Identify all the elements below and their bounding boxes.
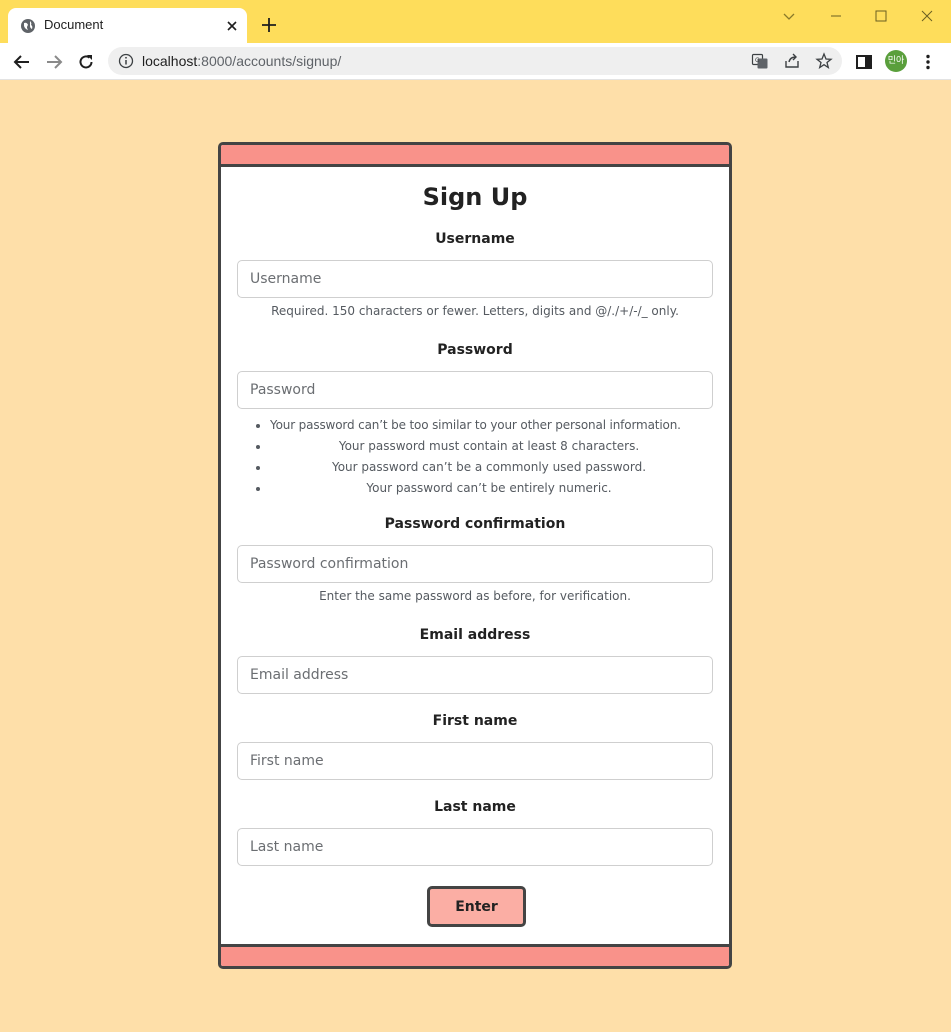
password-input[interactable]	[237, 371, 713, 409]
password-rule: Your password must contain at least 8 ch…	[255, 438, 723, 459]
new-tab-icon[interactable]	[260, 16, 278, 34]
back-arrow-icon[interactable]	[12, 52, 32, 72]
tab-title: Document	[44, 17, 104, 32]
password-label: Password	[437, 342, 513, 358]
email-label: Email address	[419, 627, 531, 643]
url-text: localhost:8000/accounts/signup/	[142, 53, 342, 69]
kebab-menu-icon[interactable]	[918, 52, 938, 72]
password-rule: Your password can’t be entirely numeric.	[255, 480, 723, 501]
enter-button[interactable]: Enter	[427, 886, 526, 927]
minimize-icon[interactable]	[826, 6, 846, 26]
svg-text:G: G	[755, 57, 760, 64]
tab-search-chevron-icon[interactable]	[779, 6, 799, 26]
close-window-icon[interactable]	[917, 6, 937, 26]
password-confirmation-help-text: Enter the same password as before, for v…	[319, 589, 631, 603]
side-panel-icon[interactable]	[854, 52, 874, 72]
first-name-input[interactable]	[237, 742, 713, 780]
bookmark-star-icon[interactable]	[815, 52, 833, 70]
last-name-label: Last name	[434, 799, 516, 815]
translate-icon[interactable]: G	[751, 52, 769, 70]
card-header-band	[221, 145, 729, 167]
username-label: Username	[435, 231, 515, 247]
first-name-label: First name	[432, 713, 518, 729]
forward-arrow-icon[interactable]	[44, 52, 64, 72]
profile-avatar[interactable]: 민아	[885, 50, 907, 72]
reload-icon[interactable]	[76, 52, 96, 72]
password-rules-list: Your password can’t be too similar to yo…	[255, 417, 723, 501]
address-bar[interactable]: localhost:8000/accounts/signup/ G	[108, 47, 842, 75]
signup-card: Sign Up Username Required. 150 character…	[218, 142, 732, 969]
password-rule: Your password can’t be a commonly used p…	[255, 459, 723, 480]
close-icon[interactable]	[224, 18, 240, 34]
share-icon[interactable]	[783, 52, 801, 70]
browser-titlebar: Document	[0, 0, 951, 43]
browser-tab[interactable]: Document	[8, 8, 247, 43]
password-confirmation-input[interactable]	[237, 545, 713, 583]
username-help-text: Required. 150 characters or fewer. Lette…	[271, 304, 679, 318]
email-input[interactable]	[237, 656, 713, 694]
password-rule: Your password can’t be too similar to yo…	[255, 417, 723, 438]
password-confirmation-label: Password confirmation	[384, 516, 566, 532]
last-name-input[interactable]	[237, 828, 713, 866]
maximize-icon[interactable]	[871, 6, 891, 26]
browser-toolbar: localhost:8000/accounts/signup/ G 민아	[0, 43, 951, 80]
globe-icon	[21, 19, 35, 33]
card-footer-band	[221, 944, 729, 966]
site-info-icon[interactable]	[118, 53, 134, 69]
username-input[interactable]	[237, 260, 713, 298]
page-title: Sign Up	[422, 183, 528, 211]
